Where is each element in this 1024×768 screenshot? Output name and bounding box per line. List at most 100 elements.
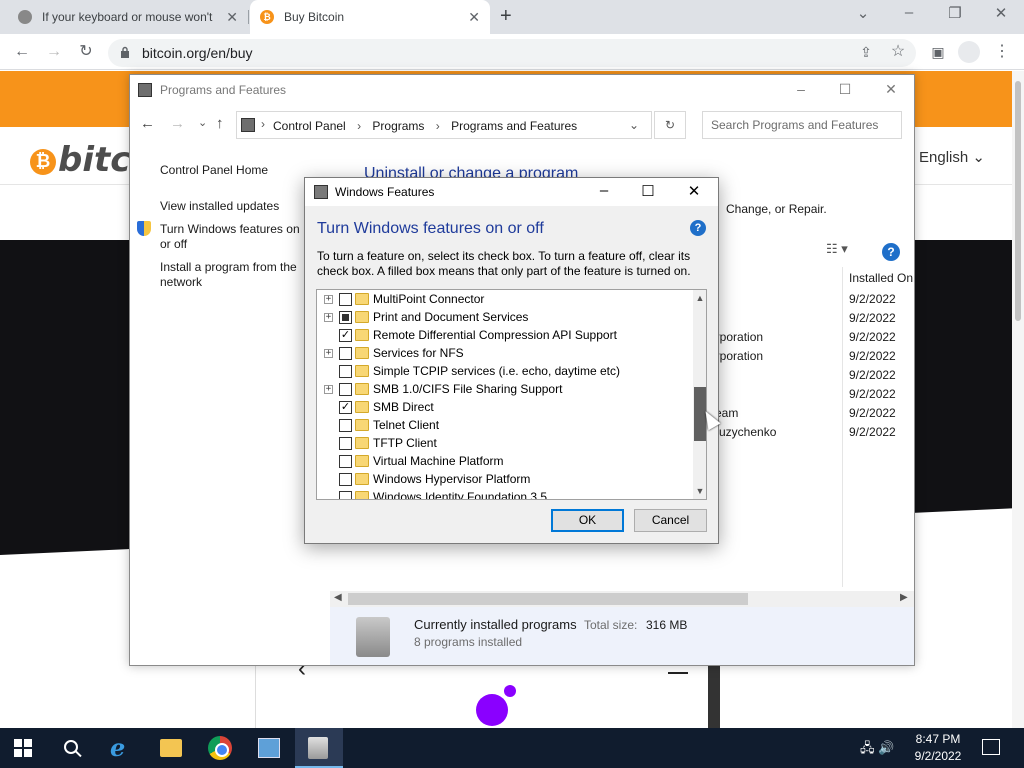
- restore-button[interactable]: ❐: [932, 4, 978, 22]
- chrome-icon[interactable]: [208, 736, 232, 760]
- vertical-scrollbar[interactable]: ▲ ▼: [693, 290, 706, 499]
- feature-item[interactable]: Telnet Client: [317, 416, 693, 434]
- sidebar-view-updates[interactable]: View installed updates: [160, 199, 279, 213]
- sidebar-turn-features[interactable]: Turn Windows features on or off: [160, 222, 310, 252]
- share-icon[interactable]: ⇪: [854, 40, 878, 64]
- feature-item[interactable]: TFTP Client: [317, 434, 693, 452]
- feature-checkbox[interactable]: [339, 347, 352, 360]
- page-description: Change, or Repair.: [726, 202, 827, 216]
- up-icon[interactable]: ↑: [216, 115, 224, 132]
- reload-icon[interactable]: ↻: [74, 40, 98, 64]
- feature-checkbox[interactable]: ✓: [339, 401, 352, 414]
- expand-icon[interactable]: +: [324, 385, 333, 394]
- tray-network-volume-icons[interactable]: 🖧 🔊: [860, 739, 894, 761]
- refresh-button[interactable]: ↻: [654, 111, 686, 139]
- window-title: Programs and Features: [160, 83, 287, 97]
- file-explorer-icon[interactable]: [160, 739, 182, 757]
- feature-checkbox[interactable]: [339, 455, 352, 468]
- chevron-down-icon[interactable]: ⌄: [629, 118, 639, 132]
- horizontal-scrollbar[interactable]: ◀ ▶: [330, 591, 914, 607]
- breadcrumb-control-panel[interactable]: Control Panel: [273, 119, 346, 133]
- bookmark-star-icon[interactable]: ☆: [886, 40, 910, 64]
- cancel-button[interactable]: Cancel: [634, 509, 707, 532]
- windows-start-icon[interactable]: [14, 739, 32, 757]
- expand-icon[interactable]: +: [324, 313, 333, 322]
- menu-kebab-icon[interactable]: ⋮: [990, 40, 1014, 64]
- feature-item[interactable]: Windows Hypervisor Platform: [317, 470, 693, 488]
- feature-checkbox[interactable]: [339, 293, 352, 306]
- scrollbar-thumb[interactable]: [348, 593, 748, 605]
- profile-avatar-icon[interactable]: [958, 41, 980, 63]
- maximize-button[interactable]: ☐: [625, 182, 671, 200]
- feature-item[interactable]: ✓ Remote Differential Compression API Sup…: [317, 326, 693, 344]
- table-row[interactable]: Muzychenko 9/2/2022: [709, 425, 909, 439]
- table-row[interactable]: orporation 9/2/2022: [709, 349, 909, 363]
- tab-search-icon[interactable]: ⌄: [840, 4, 886, 22]
- back-icon[interactable]: ←: [140, 115, 155, 132]
- address-bar[interactable]: bitcoin.org/en/buy: [108, 39, 916, 67]
- feature-item[interactable]: Simple TCPIP services (i.e. echo, daytim…: [317, 362, 693, 380]
- feature-item[interactable]: Virtual Machine Platform: [317, 452, 693, 470]
- minimize-button[interactable]: –: [886, 4, 932, 21]
- feature-checkbox[interactable]: ✓: [339, 329, 352, 342]
- feature-item[interactable]: + Services for NFS: [317, 344, 693, 362]
- feature-item[interactable]: + SMB 1.0/CIFS File Sharing Support: [317, 380, 693, 398]
- table-row[interactable]: Team 9/2/2022: [709, 406, 909, 420]
- clock-date[interactable]: 9/2/2022: [908, 749, 968, 763]
- search-input[interactable]: Search Programs and Features: [702, 111, 902, 139]
- expand-icon[interactable]: +: [324, 295, 333, 304]
- help-icon[interactable]: ?: [690, 220, 706, 236]
- feature-checkbox[interactable]: [339, 419, 352, 432]
- close-tab-icon[interactable]: ✕: [226, 9, 238, 26]
- breadcrumb-programs-features[interactable]: Programs and Features: [451, 119, 577, 133]
- back-icon[interactable]: ←: [10, 40, 34, 64]
- side-panel-icon[interactable]: ▣: [926, 40, 950, 64]
- ok-button[interactable]: OK: [551, 509, 624, 532]
- feature-item[interactable]: Windows Identity Foundation 3.5: [317, 488, 693, 499]
- maximize-button[interactable]: ☐: [822, 81, 868, 98]
- forward-icon[interactable]: →: [42, 40, 66, 64]
- column-installed-on[interactable]: Installed On: [849, 271, 913, 285]
- feature-checkbox[interactable]: [339, 383, 352, 396]
- feature-item[interactable]: + MultiPoint Connector: [317, 290, 693, 308]
- breadcrumb-programs[interactable]: Programs: [372, 119, 424, 133]
- scroll-left-icon[interactable]: ◀: [334, 592, 342, 603]
- new-tab-button[interactable]: +: [500, 5, 512, 28]
- feature-item[interactable]: ✓ SMB Direct: [317, 398, 693, 416]
- scroll-down-icon[interactable]: ▼: [693, 483, 706, 499]
- feature-checkbox[interactable]: [339, 437, 352, 450]
- close-tab-icon[interactable]: ✕: [468, 9, 480, 26]
- feature-checkbox[interactable]: [339, 491, 352, 499]
- features-tree[interactable]: + MultiPoint Connector + Print and Document…: [316, 289, 707, 500]
- close-button[interactable]: ✕: [671, 182, 717, 200]
- url-text: bitcoin.org/en/buy: [142, 45, 253, 61]
- recent-locations-icon[interactable]: ⌄: [198, 116, 207, 129]
- feature-checkbox[interactable]: [339, 311, 352, 324]
- clock-time[interactable]: 8:47 PM: [908, 732, 968, 746]
- close-button[interactable]: ✕: [868, 81, 914, 98]
- search-icon[interactable]: [64, 740, 78, 754]
- forward-icon[interactable]: →: [170, 115, 185, 132]
- expand-icon[interactable]: +: [324, 349, 333, 358]
- control-panel-icon[interactable]: [258, 738, 280, 758]
- internet-explorer-icon[interactable]: e: [110, 733, 125, 762]
- tab-keyboard-mouse[interactable]: If your keyboard or mouse won't ✕: [8, 0, 248, 34]
- minimize-button[interactable]: –: [581, 182, 627, 199]
- table-row[interactable]: orporation 9/2/2022: [709, 330, 909, 344]
- tab-buy-bitcoin[interactable]: ₿ Buy Bitcoin ✕: [250, 0, 490, 34]
- minimize-button[interactable]: –: [778, 81, 824, 97]
- help-icon[interactable]: ?: [882, 243, 900, 261]
- language-selector[interactable]: English ⌄: [919, 148, 985, 166]
- notification-icon[interactable]: [982, 739, 1000, 755]
- feature-checkbox[interactable]: [339, 365, 352, 378]
- address-bar[interactable]: › Control Panel › Programs › Programs an…: [236, 111, 652, 139]
- page-scrollbar[interactable]: [1012, 71, 1024, 728]
- close-window-button[interactable]: ✕: [978, 4, 1024, 22]
- sidebar-control-panel-home[interactable]: Control Panel Home: [160, 163, 268, 177]
- scroll-right-icon[interactable]: ▶: [900, 592, 908, 603]
- scroll-up-icon[interactable]: ▲: [693, 290, 706, 306]
- feature-item[interactable]: + Print and Document Services: [317, 308, 693, 326]
- feature-checkbox[interactable]: [339, 473, 352, 486]
- sidebar-install-program[interactable]: Install a program from the network: [160, 260, 310, 290]
- view-options-icon[interactable]: ☷ ▾: [826, 241, 848, 257]
